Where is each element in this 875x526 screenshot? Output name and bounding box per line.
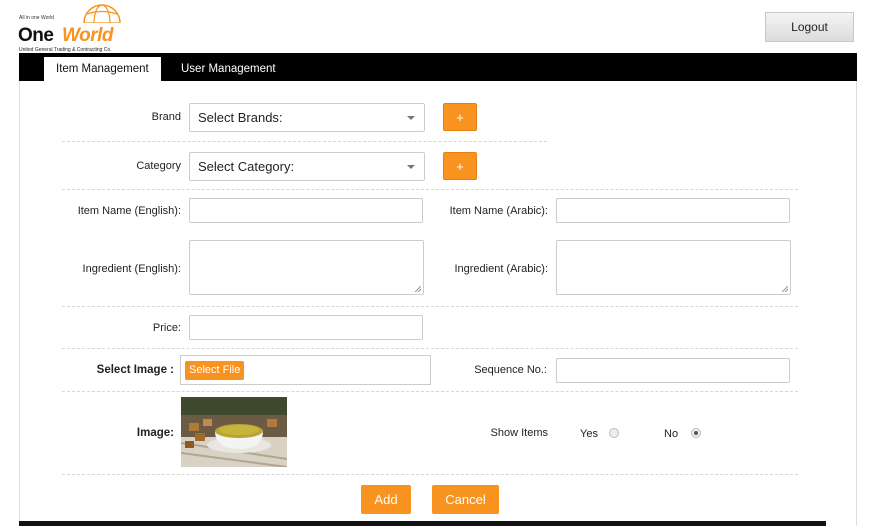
no-label: No — [664, 428, 679, 440]
soup-image — [181, 397, 287, 467]
item-name-english-input[interactable] — [189, 198, 423, 223]
divider — [62, 141, 547, 142]
sequence-input[interactable] — [556, 358, 790, 383]
add-brand-button[interactable]: + — [443, 103, 477, 131]
brand-select-value: Select Brands: — [198, 110, 283, 125]
image-label: Image: — [136, 427, 174, 439]
item-name-arabic-input[interactable] — [556, 198, 790, 223]
select-image-label: Select Image : — [96, 364, 174, 376]
category-label: Category — [136, 160, 181, 172]
divider — [62, 391, 798, 392]
category-select-value: Select Category: — [198, 159, 295, 174]
add-category-button[interactable]: + — [443, 152, 477, 180]
add-button[interactable]: Add — [361, 485, 411, 514]
logo: All in one World One World United Genera… — [17, 3, 129, 53]
logo-name-one: One — [18, 25, 54, 46]
divider — [62, 306, 798, 307]
divider — [62, 189, 798, 190]
logo-tagline: All in one World — [19, 15, 54, 21]
brand-select[interactable]: Select Brands: — [189, 103, 425, 132]
price-label: Price: — [152, 322, 181, 334]
item-image-preview — [181, 397, 287, 467]
brand-label: Brand — [151, 111, 181, 123]
file-picker[interactable]: Select File — [180, 355, 431, 385]
logo-name-world: World — [62, 25, 113, 46]
logout-button[interactable]: Logout — [765, 12, 854, 42]
tab-bar: Item Management User Management — [19, 53, 857, 81]
tab-item-management[interactable]: Item Management — [44, 57, 161, 81]
resize-grip-icon[interactable] — [782, 286, 788, 292]
show-items-yes-radio[interactable] — [609, 428, 619, 438]
yes-label: Yes — [580, 428, 598, 440]
ingredient-english-label: Ingredient (English): — [82, 263, 181, 275]
show-items-label: Show Items — [490, 427, 548, 439]
content-panel — [19, 81, 857, 526]
resize-grip-icon[interactable] — [415, 286, 421, 292]
category-select[interactable]: Select Category: — [189, 152, 425, 181]
item-name-arabic-label: Item Name (Arabic): — [449, 205, 548, 217]
divider — [62, 474, 798, 475]
item-name-english-label: Item Name (English): — [77, 205, 181, 217]
divider — [62, 348, 798, 349]
ingredient-arabic-textarea[interactable] — [556, 240, 791, 295]
chevron-down-icon — [407, 116, 415, 120]
ingredient-arabic-label: Ingredient (Arabic): — [454, 263, 548, 275]
cancel-button[interactable]: Cancel — [432, 485, 499, 514]
ingredient-english-textarea[interactable] — [189, 240, 424, 295]
tab-user-management[interactable]: User Management — [169, 57, 288, 81]
chevron-down-icon — [407, 165, 415, 169]
bottom-bar — [19, 521, 826, 526]
sequence-label: Sequence No.: — [474, 364, 547, 376]
price-input[interactable] — [189, 315, 423, 340]
select-file-button[interactable]: Select File — [185, 361, 245, 380]
show-items-no-radio[interactable] — [691, 428, 701, 438]
